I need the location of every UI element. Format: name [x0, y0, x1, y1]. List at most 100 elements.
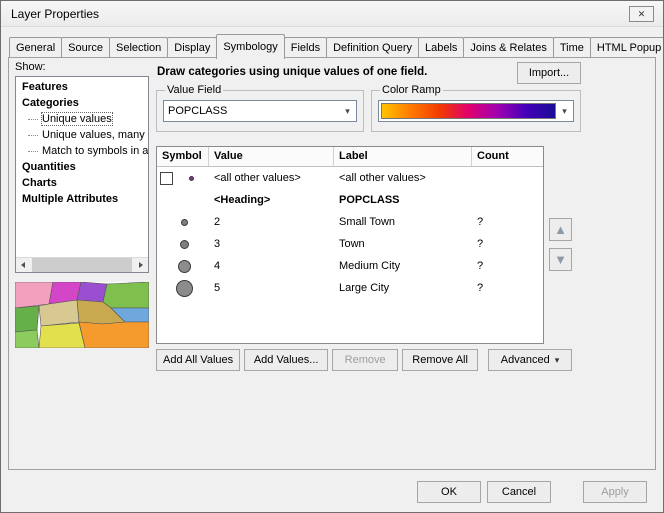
- table-row[interactable]: 4Medium City?: [157, 255, 543, 277]
- cancel-button-label: Cancel: [502, 486, 536, 498]
- tab-fields[interactable]: Fields: [284, 37, 327, 58]
- value-cell: 3: [209, 238, 334, 250]
- scroll-right-arrow-icon[interactable]: [133, 258, 148, 272]
- show-tree-item-match-to-symbols-in-a[interactable]: Match to symbols in a: [16, 143, 148, 159]
- down-arrow-icon: ▼: [554, 252, 567, 267]
- tree-item-label: Match to symbols in a: [42, 145, 148, 157]
- show-label: Show:: [15, 61, 46, 73]
- show-tree-item-quantities[interactable]: Quantities: [16, 159, 148, 175]
- tab-time[interactable]: Time: [553, 37, 591, 58]
- close-button[interactable]: ✕: [629, 6, 654, 22]
- point-symbol-icon: [180, 240, 189, 249]
- chevron-down-icon: ▾: [555, 355, 560, 365]
- table-header-row: SymbolValueLabelCount: [157, 147, 543, 167]
- button-label: Add Values...: [254, 354, 319, 366]
- symbol-cell: [157, 189, 209, 211]
- map-preview-image: [15, 282, 149, 348]
- apply-button[interactable]: Apply: [583, 481, 647, 503]
- tab-strip: GeneralSourceSelectionDisplaySymbologyFi…: [9, 34, 655, 58]
- symbol-cell: [157, 233, 209, 255]
- column-header-count: Count: [472, 147, 543, 166]
- ok-button-label: OK: [441, 486, 457, 498]
- move-up-button[interactable]: ▲: [549, 218, 572, 241]
- show-tree-items: Features Categories Unique values Unique va…: [16, 79, 148, 257]
- chevron-down-icon: ▾: [339, 106, 356, 117]
- ok-button[interactable]: OK: [417, 481, 481, 503]
- point-symbol-icon: [181, 219, 188, 226]
- show-tree-item-categories[interactable]: Categories: [16, 95, 148, 111]
- titlebar[interactable]: Layer Properties ✕: [1, 1, 663, 27]
- tree-item-label: Unique values, many: [42, 129, 145, 141]
- tab-general[interactable]: General: [9, 37, 62, 58]
- tab-symbology[interactable]: Symbology: [216, 34, 284, 59]
- button-label: Advanced: [501, 354, 550, 366]
- value-field-label: Value Field: [165, 84, 223, 96]
- tab-labels[interactable]: Labels: [418, 37, 464, 58]
- table-row[interactable]: 5Large City?: [157, 277, 543, 299]
- symbol-cell: [157, 167, 209, 189]
- label-cell: Small Town: [334, 216, 472, 228]
- layer-properties-dialog: Layer Properties ✕ GeneralSourceSelectio…: [0, 0, 664, 513]
- table-row[interactable]: 3Town?: [157, 233, 543, 255]
- point-symbol-icon: [176, 280, 193, 297]
- all-other-values-checkbox[interactable]: [160, 172, 173, 185]
- column-header-label: Label: [334, 147, 472, 166]
- symbology-tab-page: Show: Features Categories Unique values Uni…: [8, 57, 656, 470]
- tab-definition-query[interactable]: Definition Query: [326, 37, 419, 58]
- tab-display[interactable]: Display: [167, 37, 217, 58]
- advanced-button[interactable]: Advanced ▾: [488, 349, 572, 371]
- tree-item-label: Multiple Attributes: [22, 193, 118, 205]
- add-all-values-button[interactable]: Add All Values: [156, 349, 240, 371]
- show-tree-item-unique-values[interactable]: Unique values: [16, 111, 148, 127]
- value-field-dropdown[interactable]: POPCLASS ▾: [163, 100, 357, 122]
- color-ramp-group: Color Ramp ▾: [371, 84, 581, 132]
- scrollbar-thumb[interactable]: [32, 258, 132, 272]
- tab-html-popup[interactable]: HTML Popup: [590, 37, 664, 58]
- panel-description: Draw categories using unique values of o…: [157, 66, 509, 78]
- label-cell: <all other values>: [334, 172, 472, 184]
- tree-item-label: Features: [22, 81, 68, 93]
- chevron-down-icon: ▾: [556, 106, 573, 117]
- move-down-button[interactable]: ▼: [549, 248, 572, 271]
- value-field-selected-value: POPCLASS: [164, 105, 339, 117]
- show-tree-item-charts[interactable]: Charts: [16, 175, 148, 191]
- symbol-cell: [157, 255, 209, 277]
- tab-source[interactable]: Source: [61, 37, 110, 58]
- color-ramp-swatch: [381, 103, 556, 119]
- tab-joins-relates[interactable]: Joins & Relates: [463, 37, 553, 58]
- show-tree-item-multiple-attributes[interactable]: Multiple Attributes: [16, 191, 148, 207]
- scroll-left-arrow-icon[interactable]: [16, 258, 31, 272]
- button-label: Add All Values: [163, 354, 233, 366]
- table-row[interactable]: <Heading>POPCLASS: [157, 189, 543, 211]
- add-values-button[interactable]: Add Values...: [244, 349, 328, 371]
- tree-item-label: Quantities: [22, 161, 76, 173]
- value-cell: <all other values>: [209, 172, 334, 184]
- window-title: Layer Properties: [11, 7, 99, 21]
- import-button[interactable]: Import...: [517, 62, 581, 84]
- table-row[interactable]: <all other values><all other values>: [157, 167, 543, 189]
- tree-horizontal-scrollbar[interactable]: [16, 257, 148, 272]
- remove-button[interactable]: Remove: [332, 349, 398, 371]
- up-arrow-icon: ▲: [554, 222, 567, 237]
- column-header-value: Value: [209, 147, 334, 166]
- tree-item-label: Charts: [22, 177, 57, 189]
- value-cell: <Heading>: [209, 194, 334, 206]
- show-tree-item-features[interactable]: Features: [16, 79, 148, 95]
- tree-item-label: Categories: [22, 97, 79, 109]
- cancel-button[interactable]: Cancel: [487, 481, 551, 503]
- value-field-group: Value Field POPCLASS ▾: [156, 84, 364, 132]
- color-ramp-label: Color Ramp: [380, 84, 443, 96]
- symbology-map-preview: [15, 282, 149, 348]
- show-tree-item-unique-values-many[interactable]: Unique values, many: [16, 127, 148, 143]
- tab-selection[interactable]: Selection: [109, 37, 168, 58]
- import-button-label: Import...: [529, 67, 569, 79]
- unique-values-table: SymbolValueLabelCount <all other values>…: [156, 146, 544, 344]
- column-header-symbol: Symbol: [157, 147, 209, 166]
- show-tree: Features Categories Unique values Unique va…: [15, 76, 149, 273]
- symbol-cell: [157, 277, 209, 299]
- count-cell: ?: [472, 282, 543, 294]
- color-ramp-dropdown[interactable]: ▾: [378, 100, 574, 122]
- label-cell: Town: [334, 238, 472, 250]
- remove-all-button[interactable]: Remove All: [402, 349, 478, 371]
- table-row[interactable]: 2Small Town?: [157, 211, 543, 233]
